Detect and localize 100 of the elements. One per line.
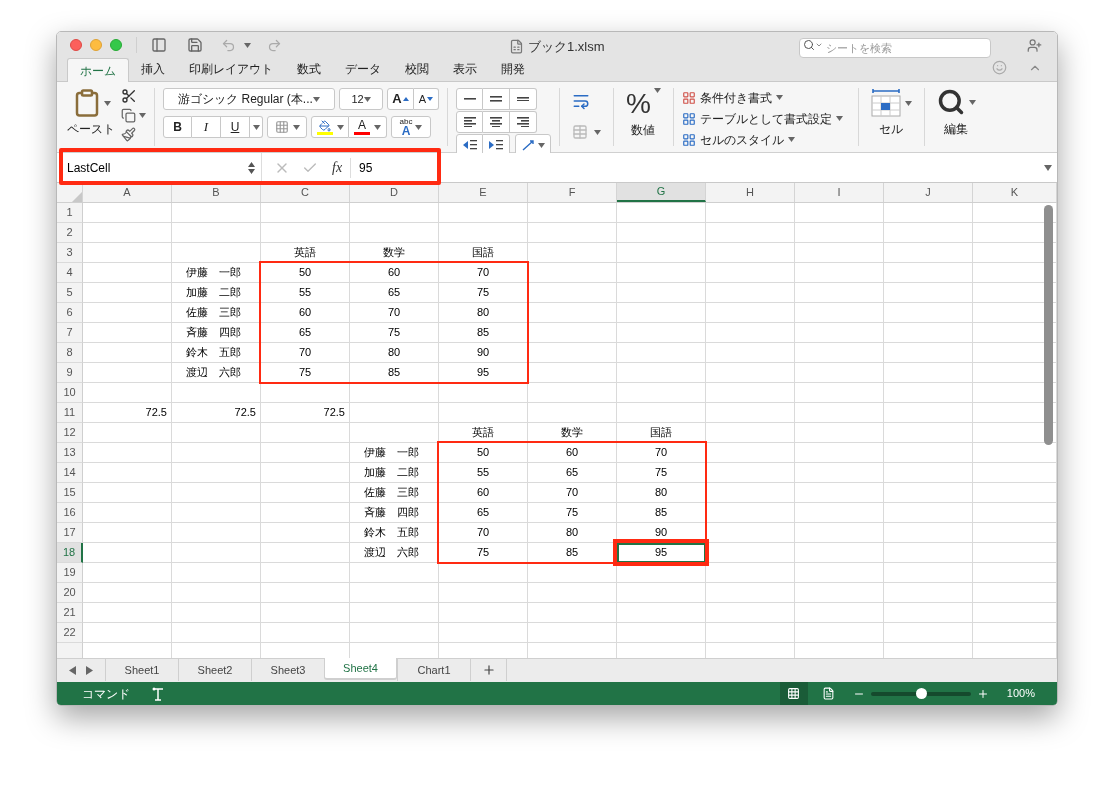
- table-cell: 95: [439, 362, 528, 383]
- ribbon-tab[interactable]: 表示: [441, 57, 489, 81]
- font-size-field[interactable]: 12: [339, 88, 383, 110]
- row-header[interactable]: 20: [57, 582, 83, 603]
- column-header[interactable]: J: [884, 183, 973, 202]
- ribbon-tab[interactable]: 印刷レイアウト: [177, 57, 285, 81]
- row-header[interactable]: 11: [57, 402, 83, 423]
- cells-icon[interactable]: [870, 88, 901, 118]
- phonetic-button[interactable]: abc A: [391, 116, 431, 138]
- shrink-font-button[interactable]: A: [414, 88, 439, 110]
- zoom-in-icon[interactable]: [976, 687, 989, 700]
- close-button[interactable]: [70, 39, 82, 51]
- font-color-button[interactable]: A: [349, 116, 387, 138]
- increase-indent-button[interactable]: [483, 134, 510, 156]
- row-header[interactable]: 13: [57, 442, 83, 463]
- search-field[interactable]: シートを検索: [799, 38, 991, 58]
- column-header[interactable]: I: [795, 183, 884, 202]
- percent-icon[interactable]: %: [626, 88, 651, 120]
- row-header[interactable]: 15: [57, 482, 83, 503]
- row-header[interactable]: 16: [57, 502, 83, 523]
- page-layout-icon[interactable]: [821, 687, 835, 700]
- row-header[interactable]: 19: [57, 562, 83, 583]
- table-cell: 75: [350, 322, 439, 343]
- column-header[interactable]: A: [83, 183, 172, 202]
- column-header[interactable]: D: [350, 183, 439, 202]
- decrease-indent-button[interactable]: [456, 134, 483, 156]
- orientation-button[interactable]: [515, 134, 551, 156]
- row-header[interactable]: 14: [57, 462, 83, 483]
- name-box[interactable]: LastCell: [57, 153, 262, 182]
- ribbon-tab[interactable]: ホーム: [67, 58, 129, 82]
- slider-thumb[interactable]: [915, 687, 927, 699]
- merge-cells-icon[interactable]: [572, 124, 588, 140]
- sheet-tab[interactable]: Sheet2: [178, 659, 251, 681]
- underline-button[interactable]: U: [221, 116, 250, 138]
- style-menu-item[interactable]: テーブルとして書式設定: [681, 109, 850, 128]
- style-menu-item[interactable]: 条件付き書式: [681, 88, 850, 107]
- ribbon-tab[interactable]: 数式: [285, 57, 333, 81]
- row-header[interactable]: 7: [57, 322, 83, 343]
- row-header[interactable]: 8: [57, 342, 83, 363]
- align-right-button[interactable]: [510, 111, 537, 133]
- sheet-tab[interactable]: Sheet1: [105, 659, 178, 681]
- sheet-tab[interactable]: Sheet4: [324, 658, 397, 680]
- cut-icon[interactable]: [121, 88, 137, 104]
- sheet-tab[interactable]: Chart1: [397, 659, 470, 681]
- ribbon-tab[interactable]: 開発: [489, 57, 537, 81]
- ribbon-tab[interactable]: データ: [333, 57, 393, 81]
- row-header[interactable]: 21: [57, 602, 83, 623]
- column-header[interactable]: K: [973, 183, 1057, 202]
- align-top-button[interactable]: [456, 88, 483, 110]
- save-icon[interactable]: [187, 37, 203, 53]
- grow-font-button[interactable]: A: [387, 88, 414, 110]
- row-header[interactable]: 17: [57, 522, 83, 543]
- italic-button[interactable]: I: [192, 116, 221, 138]
- borders-button[interactable]: [267, 116, 307, 138]
- underline-menu-button[interactable]: [250, 116, 263, 138]
- previous-sheet-icon[interactable]: [69, 665, 76, 675]
- fill-color-button[interactable]: [311, 116, 349, 138]
- row-header[interactable]: 6: [57, 302, 83, 323]
- column-header[interactable]: G: [617, 183, 706, 202]
- row-header[interactable]: 1: [57, 202, 83, 223]
- row-header[interactable]: 9: [57, 362, 83, 383]
- align-bottom-button[interactable]: [510, 88, 537, 110]
- share-icon[interactable]: [1027, 38, 1042, 53]
- row-header[interactable]: 3: [57, 242, 83, 263]
- row-header[interactable]: 4: [57, 262, 83, 283]
- row-header[interactable]: 5: [57, 282, 83, 303]
- align-center-icon: [490, 116, 502, 128]
- ribbon-tab[interactable]: 校閲: [393, 57, 441, 81]
- row-header[interactable]: 12: [57, 422, 83, 443]
- font-name-field[interactable]: 游ゴシック Regular (本...: [163, 88, 335, 110]
- row-header[interactable]: 22: [57, 622, 83, 643]
- sidebar-icon[interactable]: [151, 37, 167, 53]
- row-header[interactable]: 18: [57, 542, 83, 563]
- ribbon-tab[interactable]: 挿入: [129, 57, 177, 81]
- row-header[interactable]: 2: [57, 222, 83, 243]
- copy-icon[interactable]: [121, 108, 136, 123]
- align-middle-button[interactable]: [483, 88, 510, 110]
- column-header[interactable]: C: [261, 183, 350, 202]
- row-header[interactable]: 10: [57, 382, 83, 403]
- column-header[interactable]: H: [706, 183, 795, 202]
- next-sheet-icon[interactable]: [86, 665, 93, 675]
- search-icon[interactable]: [936, 88, 965, 116]
- macro-record-icon[interactable]: [152, 686, 164, 701]
- wrap-text-icon[interactable]: [572, 92, 590, 110]
- normal-view-button[interactable]: [779, 682, 808, 705]
- insert-function-button[interactable]: fx: [332, 157, 343, 178]
- status-mode: コマンド: [82, 685, 130, 703]
- vertical-scrollbar[interactable]: [1044, 204, 1053, 445]
- expand-icon[interactable]: [1044, 164, 1052, 171]
- zoom-slider[interactable]: [870, 691, 971, 696]
- formula-field[interactable]: 95: [351, 153, 1044, 182]
- align-left-button[interactable]: [456, 111, 483, 133]
- add-sheet-button[interactable]: [470, 659, 507, 681]
- style-menu-item[interactable]: セルのスタイル: [681, 130, 850, 149]
- align-center-button[interactable]: [483, 111, 510, 133]
- format-painter-icon[interactable]: [121, 127, 136, 142]
- workbook-icon: [509, 39, 524, 55]
- bold-button[interactable]: B: [163, 116, 192, 138]
- column-header[interactable]: B: [172, 183, 261, 202]
- column-header[interactable]: E: [439, 183, 528, 202]
